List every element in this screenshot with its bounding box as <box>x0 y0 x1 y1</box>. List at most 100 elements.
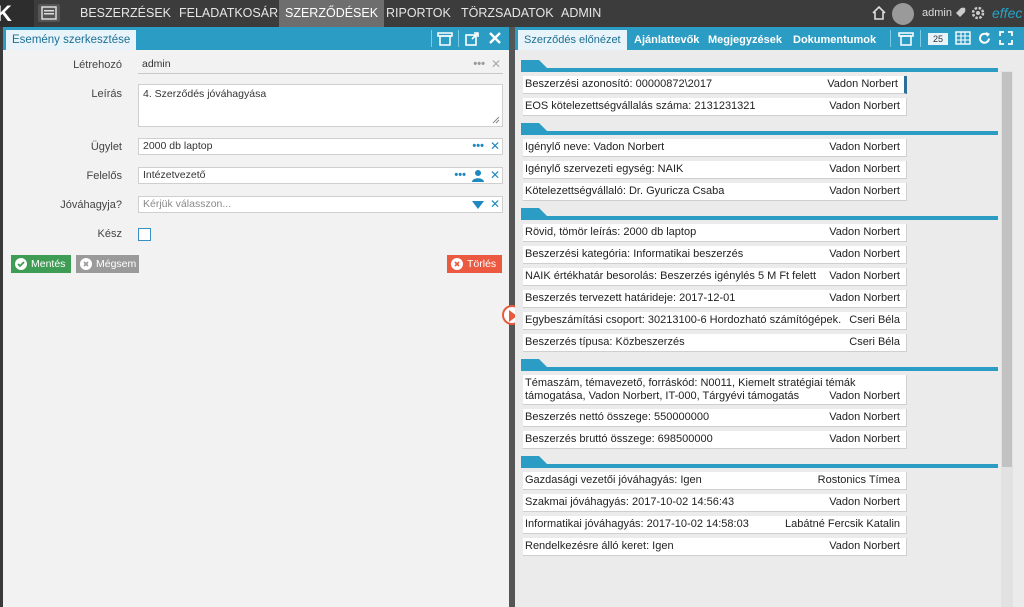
close-icon[interactable] <box>488 31 502 48</box>
cancel-button-label: Mégsem <box>96 258 137 270</box>
top-navigation: K BESZERZÉSEK FELADATKOSÁR SZERZŐDÉSEK R… <box>0 0 1024 27</box>
nav-torzsadatok[interactable]: TÖRZSADATOK <box>455 0 560 27</box>
list-item[interactable]: Beszerzés nettó összege: 550000000 Vadon … <box>523 409 907 427</box>
list-item[interactable]: EOS kötelezettségvállalás száma: 2131231… <box>523 98 907 116</box>
owner-label: Felelős <box>86 170 122 182</box>
list-item[interactable]: Beszerzési kategória: Informatikai besze… <box>523 246 907 264</box>
event-edit-panel: Esemény szerkesztése Létrehozó admin •••… <box>3 27 509 607</box>
grid-icon[interactable] <box>955 31 971 48</box>
archive-icon[interactable] <box>437 31 453 50</box>
clear-icon[interactable]: ✕ <box>491 57 501 72</box>
list-item-text: Beszerzési azonosító: 00000872\2017 <box>525 78 713 90</box>
clear-icon[interactable]: ✕ <box>490 168 500 183</box>
tab-bidders[interactable]: Ajánlattevők <box>628 30 705 50</box>
scrollbar-thumb[interactable] <box>1002 72 1012 467</box>
done-checkbox[interactable] <box>138 228 151 241</box>
list-item[interactable]: Informatikai jóváhagyás: 2017-10-02 14:5… <box>523 516 907 534</box>
nav-admin[interactable]: ADMIN <box>555 0 607 27</box>
list-item-text: Beszerzés típusa: Közbeszerzés <box>525 336 685 348</box>
list-item-author: Vadon Norbert <box>829 496 900 508</box>
list-item[interactable]: Egybeszámítási csoport: 30213100-6 Hordo… <box>523 312 907 330</box>
more-icon[interactable]: ••• <box>454 168 466 183</box>
delete-button[interactable]: Törlés <box>447 255 502 273</box>
clear-icon[interactable]: ✕ <box>490 139 500 154</box>
panel-title: Esemény szerkesztése <box>6 30 137 50</box>
home-icon[interactable] <box>871 5 887 24</box>
list-item-text: Rendelkezésre álló keret: Igen <box>525 540 674 552</box>
list-item-text: Igénylő szervezeti egység: NAIK <box>525 163 684 175</box>
list-item[interactable]: Beszerzés bruttó összege: 698500000 Vadon… <box>523 431 907 449</box>
approve-select[interactable]: Kérjük válasszon... ✕ <box>138 196 503 213</box>
list-item[interactable]: Igénylő neve: Vadon Norbert Vadon Norbert <box>523 139 907 157</box>
list-item[interactable]: Beszerzési azonosító: 00000872\2017 Vadon… <box>523 76 907 94</box>
list-item[interactable]: Kötelezettségvállaló: Dr. Gyuricza Csaba… <box>523 183 907 201</box>
nav-riportok[interactable]: RIPORTOK <box>380 0 457 27</box>
creator-field[interactable]: admin ••• ✕ <box>138 57 503 74</box>
list-item[interactable]: Beszerzés tervezett határideje: 2017-12-… <box>523 290 907 308</box>
list-item[interactable]: Gazdasági vezetői jóváhagyás: Igen Roston… <box>523 472 907 490</box>
creator-value: admin <box>142 58 171 70</box>
list-item-text: Beszerzés tervezett határideje: 2017-12-… <box>525 292 736 304</box>
section-divider <box>521 359 1000 371</box>
list-item-author: Vadon Norbert <box>829 390 900 402</box>
avatar[interactable] <box>892 3 914 25</box>
case-field[interactable]: 2000 db laptop ••• ✕ <box>138 138 503 155</box>
case-value: 2000 db laptop <box>143 140 213 152</box>
tab-documents[interactable]: Dokumentumok <box>787 30 882 50</box>
clear-icon[interactable]: ✕ <box>490 197 500 212</box>
refresh-icon[interactable] <box>977 31 992 49</box>
resize-handle-icon[interactable] <box>492 116 500 124</box>
list-item-text: Igénylő neve: Vadon Norbert <box>525 141 665 153</box>
more-icon[interactable]: ••• <box>472 139 484 154</box>
expand-icon[interactable] <box>999 31 1013 48</box>
app-logo: K <box>0 0 34 27</box>
person-icon[interactable] <box>471 169 484 182</box>
gear-icon[interactable] <box>970 5 986 24</box>
list-item-author: Cseri Béla <box>849 336 900 348</box>
list-item-text: NAIK értékhatár besorolás: Beszerzés igé… <box>525 270 817 282</box>
rocket-icon[interactable] <box>952 5 968 24</box>
list-item-author: Vadon Norbert <box>829 540 900 552</box>
list-item-author: Vadon Norbert <box>829 248 900 260</box>
list-item[interactable]: Szakmai jóváhagyás: 2017-10-02 14:56:43 V… <box>523 494 907 512</box>
nav-szerzodesek[interactable]: SZERZŐDÉSEK <box>279 0 385 27</box>
list-item[interactable]: Rövid, tömör leírás: 2000 db laptop Vadon… <box>523 224 907 242</box>
tab-contract-preview[interactable]: Szerződés előnézet <box>518 30 627 50</box>
check-icon <box>15 258 27 270</box>
section-divider <box>521 208 1000 220</box>
list-item-author: Vadon Norbert <box>829 141 900 153</box>
list-item-text: Szakmai jóváhagyás: 2017-10-02 14:56:43 <box>525 496 735 508</box>
list-item[interactable]: Beszerzés típusa: Közbeszerzés Cseri Béla <box>523 334 907 352</box>
archive-icon[interactable] <box>898 31 914 50</box>
list-item[interactable]: Igénylő szervezeti egység: NAIK Vadon Nor… <box>523 161 907 179</box>
list-item-text: Gazdasági vezetői jóváhagyás: Igen <box>525 474 702 486</box>
list-item-author: Vadon Norbert <box>829 433 900 445</box>
description-textarea[interactable]: 4. Szerződés jóváhagyása <box>138 84 503 127</box>
nav-feladatkosar[interactable]: FELADATKOSÁR <box>173 0 284 27</box>
contract-preview-panel: Szerződés előnézet Ajánlattevők Megjegyz… <box>515 27 1024 607</box>
dropdown-arrow-icon[interactable] <box>471 200 484 209</box>
creator-label: Létrehozó <box>73 59 122 71</box>
list-item[interactable]: Rendelkezésre álló keret: Igen Vadon Norb… <box>523 538 907 556</box>
menu-icon[interactable] <box>38 4 60 22</box>
preview-content: Beszerzési azonosító: 00000872\2017 Vadon… <box>521 60 1000 607</box>
more-icon[interactable]: ••• <box>473 57 485 72</box>
approve-placeholder: Kérjük válasszon... <box>143 198 232 210</box>
cancel-button[interactable]: Mégsem <box>76 255 139 273</box>
list-item-author: Cseri Béla <box>849 314 900 326</box>
list-item-author: Vadon Norbert <box>829 163 900 175</box>
tab-comments[interactable]: Megjegyzések <box>702 30 788 50</box>
list-item-text: Beszerzési kategória: Informatikai besze… <box>525 248 744 260</box>
brand-logo: effec <box>992 5 1023 21</box>
save-button[interactable]: Mentés <box>11 255 71 273</box>
list-item[interactable]: NAIK értékhatár besorolás: Beszerzés igé… <box>523 268 907 286</box>
user-name[interactable]: admin <box>922 0 952 27</box>
page-size-selector[interactable]: 25 <box>928 33 948 45</box>
owner-field[interactable]: Intézetvezető ••• ✕ <box>138 167 503 184</box>
nav-beszerzesek[interactable]: BESZERZÉSEK <box>74 0 177 27</box>
popout-icon[interactable] <box>464 31 480 50</box>
list-item-author: Labátné Fercsik Katalin <box>785 518 900 530</box>
done-label: Kész <box>97 228 122 240</box>
list-item[interactable]: Témaszám, témavezető, forráskód: N0011, … <box>523 375 907 405</box>
description-label: Leírás <box>91 88 122 100</box>
